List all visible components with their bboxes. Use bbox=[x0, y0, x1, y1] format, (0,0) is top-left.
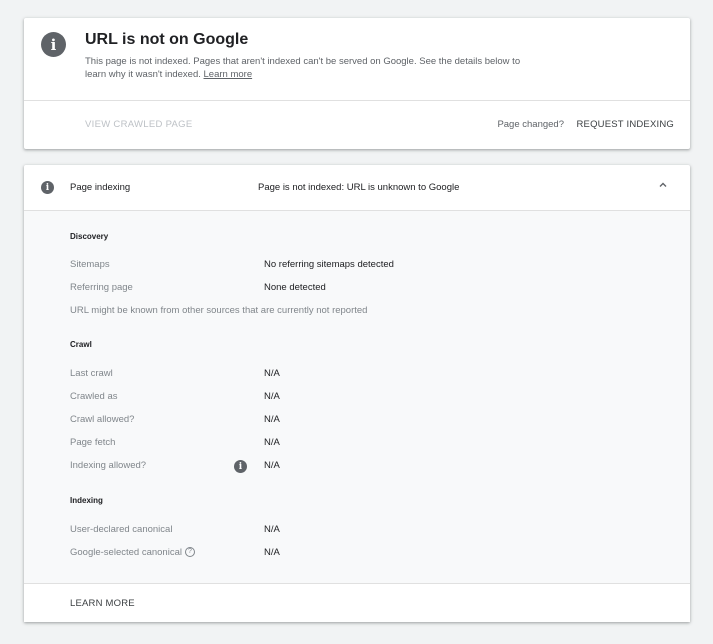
crawled-as-label: Crawled as bbox=[70, 391, 118, 402]
page-fetch-label: Page fetch bbox=[70, 437, 116, 448]
request-indexing-button[interactable]: REQUEST INDEXING bbox=[576, 119, 674, 130]
info-icon[interactable]: i bbox=[234, 460, 247, 473]
indexing-section-title: Indexing bbox=[70, 496, 103, 505]
status-description-text: This page is not indexed. Pages that are… bbox=[85, 56, 521, 80]
google-canonical-row: Google-selected canonical? bbox=[70, 547, 195, 558]
user-canonical-label: User-declared canonical bbox=[70, 524, 173, 535]
last-crawl-label: Last crawl bbox=[70, 368, 113, 379]
status-title: URL is not on Google bbox=[85, 31, 249, 48]
discovery-section-title: Discovery bbox=[70, 232, 109, 241]
page-indexing-status: Page is not indexed: URL is unknown to G… bbox=[258, 182, 460, 193]
learn-more-button[interactable]: LEARN MORE bbox=[70, 598, 135, 609]
crawled-as-value: N/A bbox=[264, 391, 280, 402]
page-fetch-value: N/A bbox=[264, 437, 280, 448]
info-icon: i bbox=[41, 181, 54, 194]
crawl-allowed-label: Crawl allowed? bbox=[70, 414, 135, 425]
info-icon: i bbox=[41, 32, 66, 57]
page-indexing-label: Page indexing bbox=[70, 182, 131, 193]
page-changed-label: Page changed? bbox=[497, 119, 564, 130]
chevron-up-icon[interactable] bbox=[658, 180, 668, 190]
help-icon[interactable]: ? bbox=[184, 547, 195, 558]
sitemaps-label: Sitemaps bbox=[70, 259, 110, 270]
referring-page-label: Referring page bbox=[70, 282, 133, 293]
user-canonical-value: N/A bbox=[264, 524, 280, 535]
divider bbox=[24, 100, 690, 101]
referring-page-value: None detected bbox=[264, 282, 326, 293]
google-canonical-value: N/A bbox=[264, 547, 280, 558]
details-footer: LEARN MORE bbox=[24, 583, 690, 622]
page-indexing-header[interactable]: i Page indexing Page is not indexed: URL… bbox=[24, 165, 690, 211]
crawl-allowed-value: N/A bbox=[264, 414, 280, 425]
status-description: This page is not indexed. Pages that are… bbox=[85, 55, 535, 81]
learn-more-link[interactable]: Learn more bbox=[204, 69, 253, 80]
last-crawl-value: N/A bbox=[264, 368, 280, 379]
indexing-allowed-value: N/A bbox=[264, 460, 280, 471]
indexing-allowed-label: Indexing allowed? bbox=[70, 460, 147, 471]
url-status-card: i URL is not on Google This page is not … bbox=[24, 18, 690, 149]
sitemaps-value: No referring sitemaps detected bbox=[264, 259, 394, 270]
page-indexing-card: i Page indexing Page is not indexed: URL… bbox=[24, 165, 690, 622]
google-canonical-label: Google-selected canonical bbox=[70, 547, 182, 558]
crawl-section-title: Crawl bbox=[70, 340, 92, 349]
page-indexing-details: Discovery Sitemaps No referring sitemaps… bbox=[24, 211, 690, 583]
discovery-note: URL might be known from other sources th… bbox=[70, 305, 368, 316]
view-crawled-page-button[interactable]: VIEW CRAWLED PAGE bbox=[85, 119, 193, 130]
